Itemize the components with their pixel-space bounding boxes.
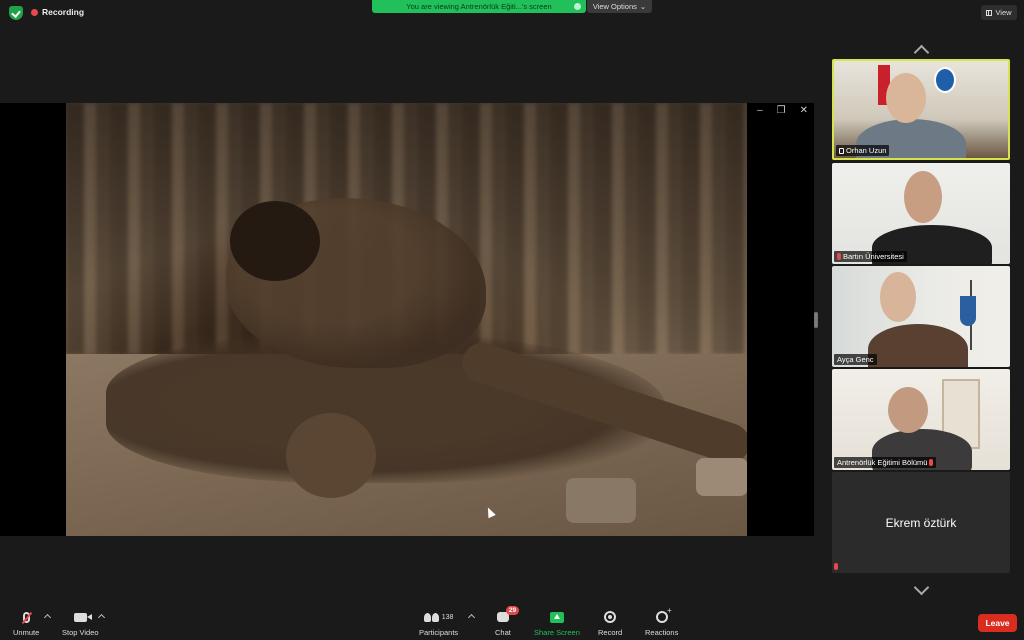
participant-name-tag: Ayça Genc bbox=[834, 354, 877, 365]
view-button-label: View bbox=[995, 8, 1012, 17]
university-emblem bbox=[934, 67, 956, 93]
participants-button[interactable]: 138 Participants bbox=[419, 609, 458, 637]
shared-screen-area[interactable]: – ❐ ✕ bbox=[0, 103, 814, 536]
gallery-layout-icon bbox=[986, 9, 993, 16]
participant-name: Antrenörlük Eğitimi Bölümü bbox=[837, 458, 928, 467]
participant-tile[interactable]: Bartın Üniversitesi bbox=[832, 163, 1010, 264]
participants-options-chevron-icon[interactable] bbox=[467, 613, 476, 622]
reactions-label: Reactions bbox=[645, 628, 679, 637]
unmute-button[interactable]: Unmute bbox=[13, 609, 39, 637]
banner-decor bbox=[960, 296, 976, 326]
participant-name: Orhan Uzun bbox=[846, 146, 887, 155]
audio-options-chevron-icon[interactable] bbox=[43, 613, 52, 622]
gallery-scroll-down-icon[interactable] bbox=[912, 584, 930, 596]
shared-window-controls: – ❐ ✕ bbox=[757, 105, 808, 116]
share-screen-label: Share Screen bbox=[534, 628, 580, 637]
participants-icon bbox=[423, 612, 439, 622]
pin-icon bbox=[839, 147, 844, 154]
participant-name: Ekrem öztürk bbox=[885, 515, 957, 530]
chat-label: Chat bbox=[495, 628, 511, 637]
participants-count: 138 bbox=[441, 613, 454, 621]
reactions-button[interactable]: Reactions bbox=[645, 606, 679, 637]
participant-head bbox=[904, 171, 942, 223]
participant-tile[interactable]: Ayça Genc bbox=[832, 266, 1010, 367]
video-camera-icon bbox=[73, 612, 92, 622]
photo-bottom-wrestler-head bbox=[286, 413, 376, 498]
viewing-banner-text: You are viewing Antrenörlük Eğiti...'s s… bbox=[406, 2, 552, 11]
zoom-meeting-window: Recording You are viewing Antrenörlük Eğ… bbox=[0, 0, 1024, 640]
photo-top-wrestler-head bbox=[230, 201, 320, 281]
record-icon bbox=[604, 611, 617, 623]
participant-name: Bartın Üniversitesi bbox=[843, 252, 904, 261]
participant-head bbox=[880, 272, 916, 322]
chat-unread-badge: 29 bbox=[505, 606, 520, 615]
recording-label: Recording bbox=[42, 7, 85, 17]
record-label: Record bbox=[598, 628, 623, 637]
recording-indicator[interactable]: Recording bbox=[31, 7, 84, 17]
view-layout-button[interactable]: View bbox=[981, 5, 1017, 20]
leave-button[interactable]: Leave bbox=[978, 614, 1017, 632]
meeting-toolbar: Unmute Stop Video 138 Participants 29 Ch… bbox=[0, 605, 1024, 640]
unmute-label: Unmute bbox=[13, 628, 40, 637]
view-options-button[interactable]: View Options ⌄ bbox=[587, 0, 652, 13]
reactions-smiley-icon bbox=[655, 606, 672, 623]
video-options-chevron-icon[interactable] bbox=[97, 613, 106, 622]
muted-mic-icon bbox=[929, 459, 934, 466]
restore-icon: ❐ bbox=[776, 105, 786, 116]
chat-bubble-icon: 29 bbox=[496, 606, 520, 622]
participant-name: Ayça Genc bbox=[837, 355, 874, 364]
muted-mic-icon bbox=[834, 563, 838, 570]
view-options-label: View Options bbox=[592, 2, 637, 11]
participant-body bbox=[868, 324, 968, 367]
participants-label: Participants bbox=[419, 628, 459, 637]
muted-microphone-icon bbox=[22, 611, 30, 623]
share-screen-icon bbox=[549, 611, 564, 623]
participant-name-tag: Bartın Üniversitesi bbox=[834, 251, 907, 262]
recording-dot-icon bbox=[31, 8, 38, 16]
chevron-down-icon: ⌄ bbox=[639, 2, 647, 11]
shared-wrestling-photo bbox=[66, 103, 747, 536]
share-screen-button[interactable]: Share Screen bbox=[534, 609, 580, 637]
stop-video-button[interactable]: Stop Video bbox=[62, 609, 99, 637]
photo-shoe bbox=[566, 478, 636, 523]
viewing-screen-banner: You are viewing Antrenörlük Eğiti...'s s… bbox=[372, 0, 586, 13]
participant-name-tag: Antrenörlük Eğitimi Bölümü bbox=[834, 457, 937, 468]
stop-video-label: Stop Video bbox=[62, 628, 99, 637]
gallery-scroll-up-icon[interactable] bbox=[912, 44, 930, 54]
minimize-icon: – bbox=[757, 105, 763, 116]
photo-shoe bbox=[696, 458, 747, 496]
encryption-shield-icon[interactable] bbox=[9, 6, 23, 20]
participant-name-tag: Orhan Uzun bbox=[836, 145, 890, 156]
viewing-status-dot-icon bbox=[574, 3, 581, 10]
record-button[interactable]: Record bbox=[598, 609, 622, 637]
muted-mic-icon bbox=[837, 253, 841, 260]
participant-tile[interactable]: Ekrem öztürk bbox=[832, 472, 1010, 573]
participant-head bbox=[886, 73, 926, 123]
participant-tile[interactable]: Orhan Uzun bbox=[832, 59, 1010, 160]
close-icon: ✕ bbox=[799, 105, 808, 116]
participant-head bbox=[888, 387, 928, 433]
participant-tile[interactable]: Antrenörlük Eğitimi Bölümü bbox=[832, 369, 1010, 470]
chat-button[interactable]: 29 Chat bbox=[495, 606, 520, 637]
splitter-handle[interactable] bbox=[814, 312, 818, 328]
